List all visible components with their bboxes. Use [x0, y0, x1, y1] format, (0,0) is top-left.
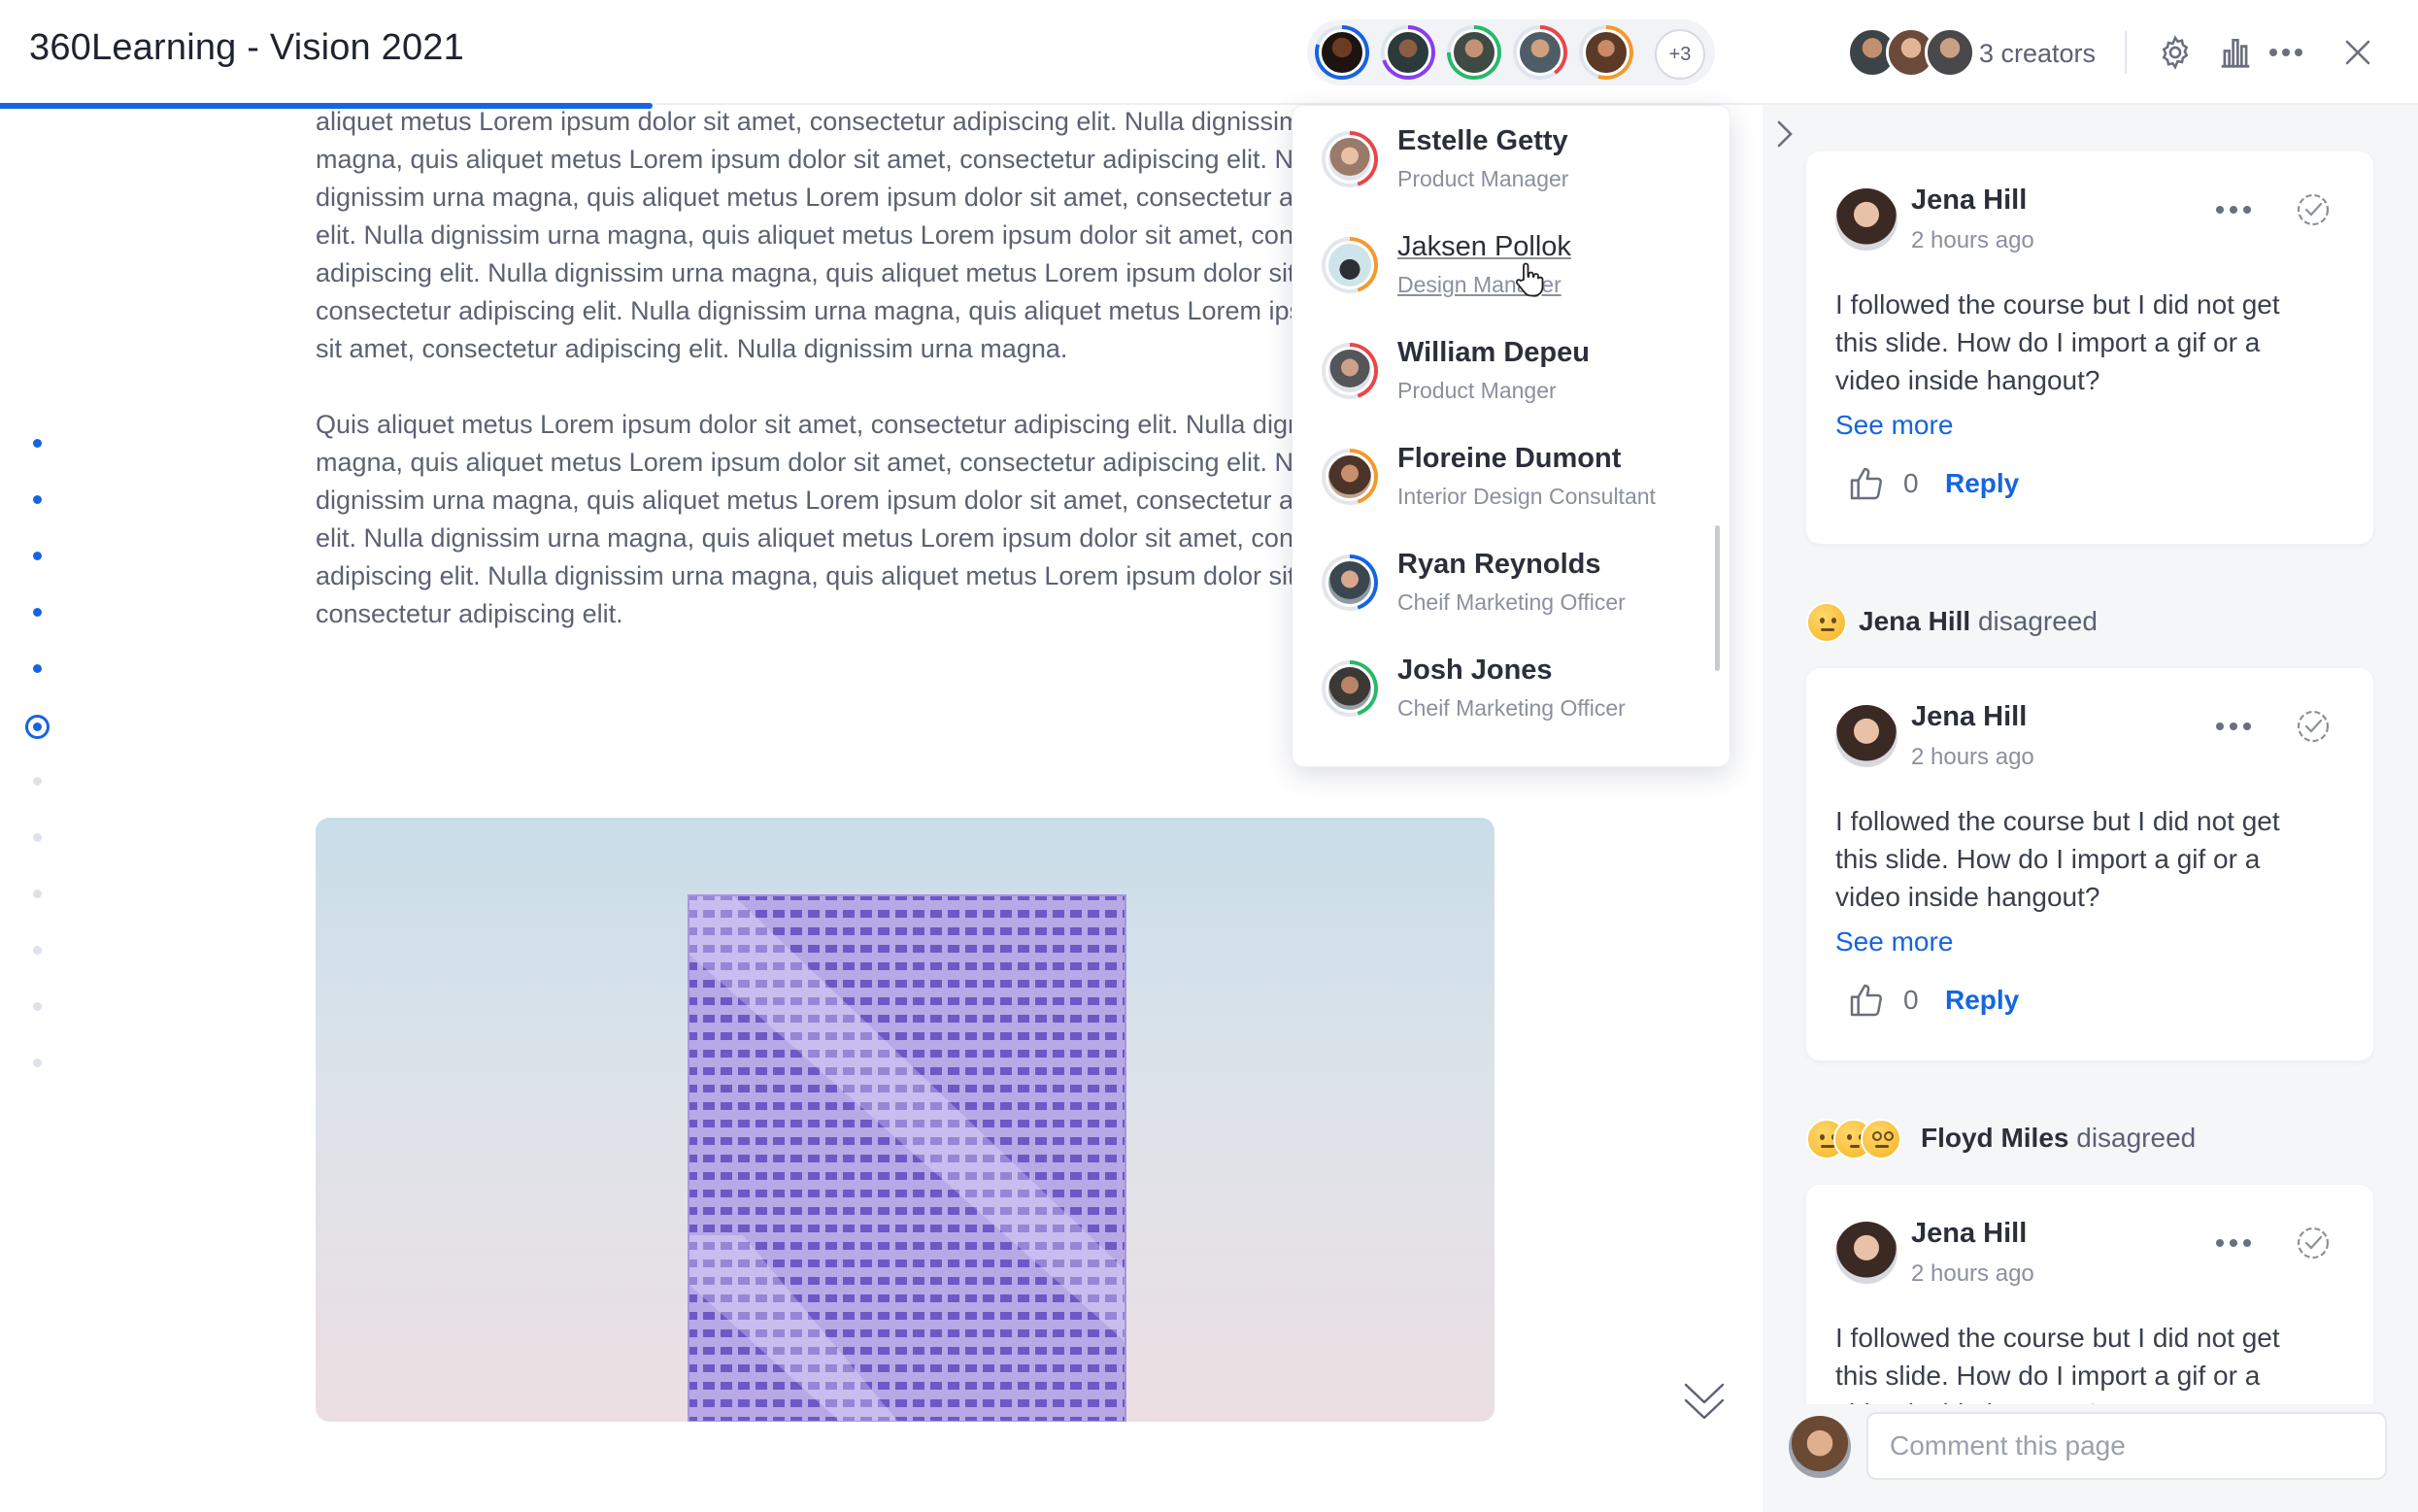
top-bar: 360Learning - Vision 2021 +3 3 creators	[0, 0, 2418, 109]
comment-body: I followed the course but I did not get …	[1835, 1323, 2280, 1404]
slide-dot[interactable]	[33, 439, 42, 448]
slide-dot[interactable]	[33, 1058, 42, 1067]
participant-role: Product Manager	[1397, 166, 1569, 191]
comment-body: I followed the course but I did not get …	[1835, 289, 2280, 395]
reaction-user[interactable]: Floyd Miles	[1921, 1123, 2068, 1153]
participant-list-avatar	[1322, 449, 1378, 505]
participant-list-item[interactable]: Floreine Dumont Interior Design Consultan…	[1322, 435, 1710, 524]
header-divider	[2125, 31, 2127, 74]
comment-card: Jena Hill 2 hours ago I followed the cou…	[1806, 151, 2373, 544]
more-icon[interactable]	[2263, 29, 2309, 76]
stats-icon[interactable]	[2212, 29, 2259, 76]
comment-input[interactable]	[1866, 1412, 2387, 1480]
nerd-emoji-icon	[1861, 1119, 1901, 1159]
more-participants-badge[interactable]: +3	[1655, 29, 1705, 80]
comment-time: 2 hours ago	[1911, 227, 2034, 253]
participant-avatar[interactable]	[1447, 25, 1501, 80]
participant-avatar[interactable]	[1513, 25, 1567, 80]
participant-list-item[interactable]: William Depeu Product Manger	[1322, 329, 1710, 419]
comment-author-avatar	[1835, 1222, 1897, 1284]
participant-role: Product Manger	[1397, 378, 1557, 403]
building-illustration	[688, 894, 1126, 1422]
creators-count[interactable]: 3 creators	[1979, 39, 2096, 69]
slide-dot[interactable]	[33, 608, 42, 617]
comment-card: Jena Hill 2 hours ago I followed the cou…	[1806, 1185, 2373, 1404]
slide-content: aliquet metus Lorem ipsum dolor sit amet…	[316, 109, 1296, 808]
participant-list-avatar	[1322, 660, 1378, 717]
participant-name[interactable]: Josh Jones	[1397, 655, 1553, 687]
slide-dot[interactable]	[33, 664, 42, 673]
like-count: 0	[1903, 985, 1919, 1015]
close-icon[interactable]	[2334, 29, 2381, 76]
participant-list-avatar	[1322, 343, 1378, 399]
like-count: 0	[1903, 468, 1919, 498]
slide-dot[interactable]	[33, 946, 42, 955]
participants-group[interactable]: +3	[1307, 19, 1715, 85]
reply-button[interactable]: Reply	[1945, 985, 2019, 1016]
comment-author[interactable]: Jena Hill	[1911, 1218, 2027, 1250]
comment-author[interactable]: Jena Hill	[1911, 185, 2027, 217]
participant-role: Cheif Marketing Officer	[1397, 589, 1626, 615]
participant-list-item[interactable]: Josh Jones Cheif Marketing Officer	[1322, 647, 1710, 736]
resolve-check-icon[interactable]	[2294, 190, 2333, 229]
reaction-verb: disagreed	[2068, 1123, 2197, 1153]
slide-dot[interactable]	[33, 890, 42, 898]
dropdown-scrollbar[interactable]	[1715, 525, 1720, 671]
disagree-emoji-icon	[1806, 602, 1847, 643]
participant-list-avatar	[1322, 237, 1378, 293]
comment-author[interactable]: Jena Hill	[1911, 701, 2027, 733]
participant-list-avatar	[1322, 131, 1378, 187]
reply-button[interactable]: Reply	[1945, 468, 2019, 499]
participant-avatar[interactable]	[1381, 25, 1435, 80]
participant-list-avatar	[1322, 554, 1378, 611]
participant-name[interactable]: Jaksen Pollok	[1397, 231, 1571, 263]
hand-cursor-icon	[1512, 260, 1547, 299]
slide-dot[interactable]	[33, 833, 42, 842]
see-more-link[interactable]: See more	[1835, 410, 1953, 441]
participants-dropdown: Estelle Getty Product Manager Jaksen Pollo…	[1292, 105, 1730, 767]
thumbs-up-icon[interactable]	[1847, 981, 1886, 1020]
participant-avatar[interactable]	[1315, 25, 1369, 80]
participant-avatar[interactable]	[1579, 25, 1633, 80]
comment-author-avatar	[1835, 188, 1897, 251]
slide-dot[interactable]	[33, 777, 42, 786]
thumbs-up-icon[interactable]	[1847, 464, 1886, 503]
participant-name[interactable]: Floreine Dumont	[1397, 443, 1621, 475]
body-paragraph: Quis aliquet metus Lorem ipsum dolor sit…	[316, 410, 1296, 628]
resolve-check-icon[interactable]	[2294, 707, 2333, 746]
comment-time: 2 hours ago	[1911, 1260, 2034, 1287]
comment-time: 2 hours ago	[1911, 744, 2034, 770]
comment-card: Jena Hill 2 hours ago I followed the cou…	[1806, 668, 2373, 1060]
settings-icon[interactable]	[2152, 29, 2199, 76]
comment-more-icon[interactable]	[2214, 1233, 2253, 1253]
current-slide-indicator[interactable]	[25, 715, 50, 739]
slide-dot[interactable]	[33, 495, 42, 504]
participant-name[interactable]: William Depeu	[1397, 337, 1590, 369]
course-title: 360Learning - Vision 2021	[29, 27, 464, 68]
comment-more-icon[interactable]	[2214, 717, 2253, 736]
chevron-right-icon[interactable]	[1767, 115, 1802, 153]
comment-body: I followed the course but I did not get …	[1835, 806, 2280, 912]
creator-avatar	[1925, 27, 1975, 78]
resolve-check-icon[interactable]	[2294, 1224, 2333, 1262]
reaction-verb: disagreed	[1970, 606, 2098, 636]
scroll-down-icon[interactable]	[1680, 1377, 1729, 1424]
participant-name[interactable]: Estelle Getty	[1397, 125, 1568, 157]
participant-role: Interior Design Consultant	[1397, 484, 1656, 509]
see-more-link[interactable]: See more	[1835, 926, 1953, 958]
participant-role: Cheif Marketing Officer	[1397, 695, 1626, 721]
body-paragraph: aliquet metus Lorem ipsum dolor sit amet…	[316, 109, 1296, 363]
slide-dot[interactable]	[33, 552, 42, 560]
slide-dot[interactable]	[33, 1002, 42, 1011]
comment-more-icon[interactable]	[2214, 200, 2253, 219]
participant-list-item[interactable]: Ryan Reynolds Cheif Marketing Officer	[1322, 541, 1710, 630]
comment-author-avatar	[1835, 705, 1897, 767]
current-user-avatar	[1789, 1416, 1851, 1478]
participant-name[interactable]: Ryan Reynolds	[1397, 549, 1601, 581]
participant-list-item[interactable]: Estelle Getty Product Manager	[1322, 118, 1710, 207]
building-image	[316, 818, 1494, 1422]
reaction-user[interactable]: Jena Hill	[1859, 606, 1970, 636]
